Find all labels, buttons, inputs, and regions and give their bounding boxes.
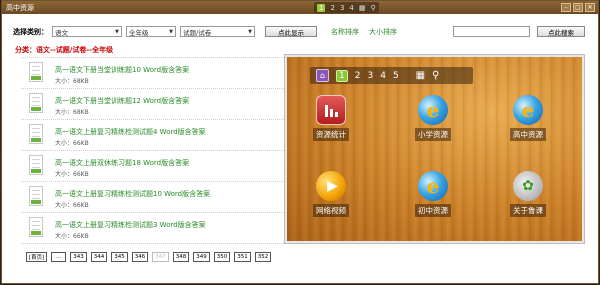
popup-page-5[interactable]: 5 (393, 71, 399, 81)
type-value: 试题/试卷 (183, 28, 212, 37)
page-button[interactable]: 348 (172, 252, 190, 262)
document-icon (29, 217, 43, 237)
window-controls: – □ ✕ (561, 3, 598, 12)
maximize-icon[interactable]: □ (573, 3, 583, 12)
page-button[interactable]: 349 (193, 252, 210, 262)
app-resource-stats[interactable]: 资源统计 (306, 95, 356, 141)
app-middle-school-resources[interactable]: e 初中资源 (408, 171, 458, 217)
app-primary-resources[interactable]: e 小学资源 (408, 95, 458, 141)
close-icon[interactable]: ✕ (585, 3, 595, 12)
resource-size: 大小：66KB (55, 140, 89, 147)
ie-globe-icon: e (418, 171, 448, 201)
page-button[interactable]: 351 (234, 252, 251, 262)
grid-icon[interactable]: ▦ (416, 70, 425, 81)
subject-select[interactable]: 语文 ▼ (52, 26, 122, 37)
chevron-down-icon: ▼ (115, 28, 119, 35)
app-label: 资源统计 (313, 128, 349, 141)
home-icon[interactable]: ⌂ (316, 69, 329, 82)
resource-window: 高中资源 1 2 3 4 ▦ ⚲ – □ ✕ 选择类别： 语文 ▼ 全年级 ▼ … (1, 0, 599, 284)
search-button[interactable]: 点此搜索 (537, 26, 585, 37)
app-label: 高中资源 (510, 128, 546, 141)
list-item[interactable]: 高一语文上册复习精练检测试题4 Word版含答案 大小：66KB (21, 120, 286, 151)
app-high-school-resources[interactable]: e 高中资源 (503, 95, 553, 141)
app-label: 初中资源 (415, 204, 451, 217)
search-input[interactable] (453, 26, 530, 37)
chart-icon (316, 95, 346, 125)
page-button[interactable]: 350 (213, 252, 231, 262)
popup-page-2[interactable]: 2 (355, 71, 361, 81)
filter-bar: 选择类别： 语文 ▼ 全年级 ▼ 试题/试卷 ▼ 点此显示 名称排序 大小排序 (13, 26, 397, 37)
wood-desktop: ⌂ 1 2 3 4 5 ▦ ⚲ 资源统计 e 小学资源 e 高中资源 ▶ 网络视… (287, 57, 582, 241)
resource-size: 大小：68KB (55, 78, 89, 85)
popup-dock: ⌂ 1 2 3 4 5 ▦ ⚲ (310, 67, 473, 84)
play-icon: ▶ (316, 171, 346, 201)
list-item[interactable]: 高一语文上册复习精练检测试题3 Word版含答案 大小：66KB (21, 213, 286, 244)
about-icon: ✿ (513, 171, 543, 201)
app-label: 关于鲁课 (510, 204, 546, 217)
titlebar-page-3[interactable]: 3 (340, 4, 344, 12)
resource-title[interactable]: 高一语文上册复习精练检测试题4 Word版含答案 (55, 127, 206, 137)
resource-title[interactable]: 高一语文上册双休练习题18 Word版含答案 (55, 158, 189, 168)
document-icon (29, 62, 43, 82)
resource-size: 大小：66KB (55, 202, 89, 209)
resource-title[interactable]: 高一语文下册当堂训练题12 Word版含答案 (55, 96, 189, 106)
popup-page-3[interactable]: 3 (367, 71, 373, 81)
current-page: 347 (152, 252, 169, 262)
page-button[interactable]: 344 (90, 252, 108, 262)
ie-globe-icon: e (418, 95, 448, 125)
list-item[interactable]: 高一语文上册复习精练检测试题10 Word版含答案 大小：66KB (21, 182, 286, 213)
pagination: [首页] ... 343 344 345 346 347 348 349 350… (26, 252, 272, 262)
resource-title[interactable]: 高一语文上册复习精练检测试题3 Word版含答案 (55, 220, 206, 230)
window-title: 高中资源 (6, 3, 34, 12)
resource-title[interactable]: 高一语文下册当堂训练题10 Word版含答案 (55, 65, 189, 75)
resource-size: 大小：66KB (55, 233, 89, 240)
app-label: 网络视频 (313, 204, 349, 217)
first-page-button[interactable]: [首页] (26, 252, 48, 262)
titlebar-page-4[interactable]: 4 (349, 4, 353, 12)
type-select[interactable]: 试题/试卷 ▼ (180, 26, 255, 37)
document-icon (29, 93, 43, 113)
resource-size: 大小：66KB (55, 171, 89, 178)
popup-page-4[interactable]: 4 (380, 71, 386, 81)
search-icon[interactable]: ⚲ (371, 4, 376, 12)
minimize-icon[interactable]: – (561, 3, 571, 12)
ellipsis-button[interactable]: ... (51, 252, 67, 262)
page-button[interactable]: 343 (70, 252, 87, 262)
resource-title[interactable]: 高一语文上册复习精练检测试题10 Word版含答案 (55, 189, 210, 199)
app-about[interactable]: ✿ 关于鲁课 (503, 171, 553, 217)
resource-list: 高一语文下册当堂训练题10 Word版含答案 大小：68KB 高一语文下册当堂训… (21, 57, 286, 244)
titlebar-page-2[interactable]: 2 (330, 4, 334, 12)
title-bar[interactable]: 高中资源 1 2 3 4 ▦ ⚲ – □ ✕ (2, 1, 598, 14)
grid-icon[interactable]: ▦ (359, 4, 366, 12)
page-button[interactable]: 345 (111, 252, 128, 262)
list-item[interactable]: 高一语文下册当堂训练题12 Word版含答案 大小：68KB (21, 89, 286, 120)
app-label: 小学资源 (415, 128, 451, 141)
ie-globe-icon: e (513, 95, 543, 125)
category-breadcrumb: 分类：语文--试题/试卷--全年级 (15, 46, 114, 54)
page-button[interactable]: 346 (131, 252, 149, 262)
titlebar-dock: 1 2 3 4 ▦ ⚲ (314, 2, 379, 13)
document-icon (29, 186, 43, 206)
list-item[interactable]: 高一语文下册当堂训练题10 Word版含答案 大小：68KB (21, 58, 286, 89)
desktop-popup: ⌂ 1 2 3 4 5 ▦ ⚲ 资源统计 e 小学资源 e 高中资源 ▶ 网络视… (284, 54, 585, 244)
page-button[interactable]: 352 (254, 252, 272, 262)
sort-by-size-link[interactable]: 大小排序 (369, 27, 397, 37)
grade-select[interactable]: 全年级 ▼ (126, 26, 176, 37)
titlebar-page-1[interactable]: 1 (317, 3, 326, 12)
subject-value: 语文 (55, 28, 68, 37)
app-network-video[interactable]: ▶ 网络视频 (306, 171, 356, 217)
search-icon[interactable]: ⚲ (432, 70, 439, 81)
chevron-down-icon: ▼ (248, 28, 252, 35)
show-button[interactable]: 点此显示 (265, 26, 317, 37)
resource-size: 大小：68KB (55, 109, 89, 116)
document-icon (29, 124, 43, 144)
chevron-down-icon: ▼ (169, 28, 173, 35)
sort-by-name-link[interactable]: 名称排序 (331, 27, 359, 37)
document-icon (29, 155, 43, 175)
list-item[interactable]: 高一语文上册双休练习题18 Word版含答案 大小：66KB (21, 151, 286, 182)
grade-value: 全年级 (129, 28, 149, 37)
filter-label: 选择类别： (13, 27, 48, 36)
popup-page-1[interactable]: 1 (336, 69, 348, 82)
